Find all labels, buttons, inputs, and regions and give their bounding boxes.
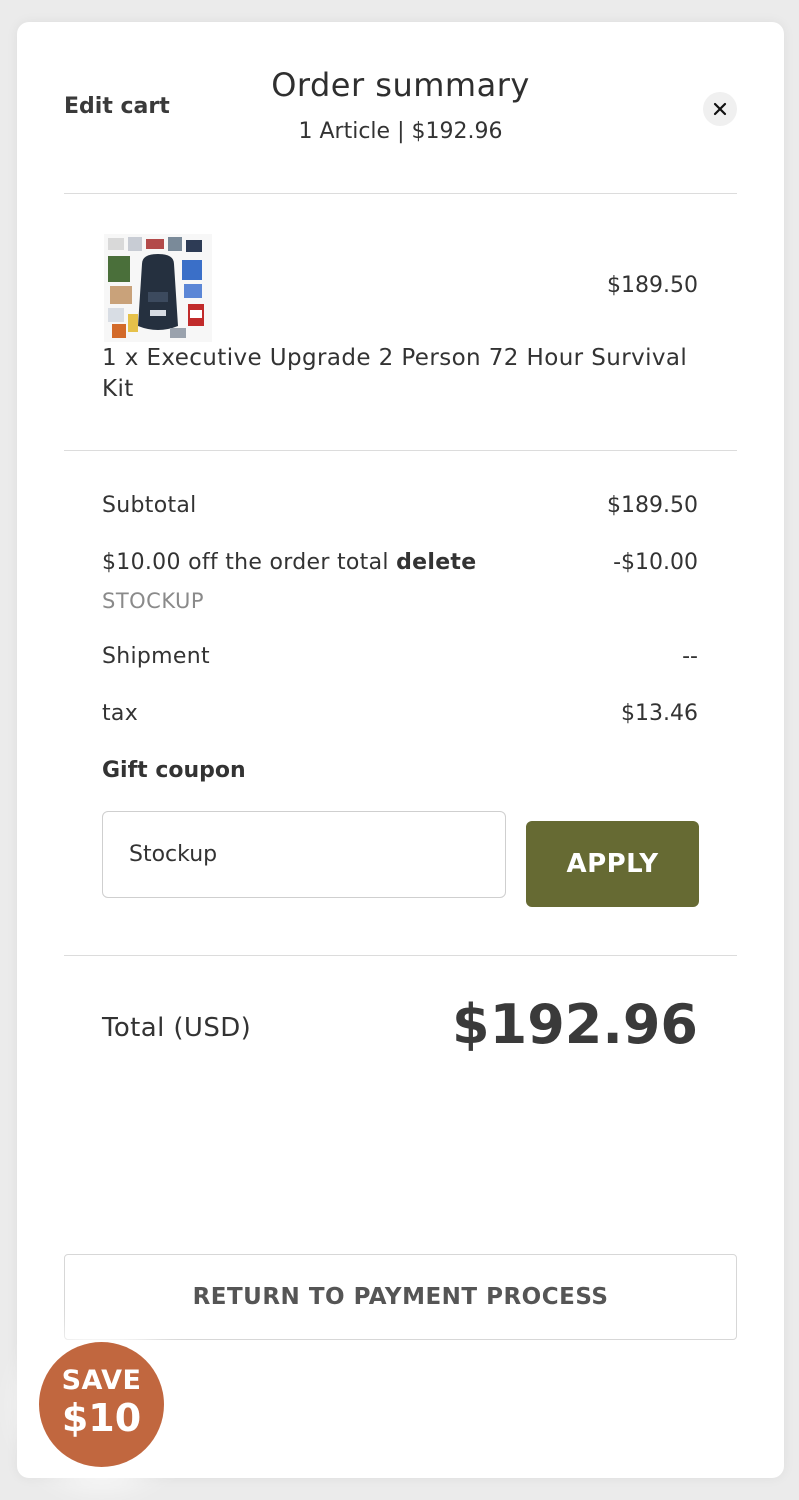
discount-code: STOCKUP xyxy=(102,589,205,613)
shipment-value: -- xyxy=(682,644,698,669)
product-image xyxy=(104,234,212,342)
survival-kit-image-icon xyxy=(104,234,212,342)
page-title: Order summary xyxy=(271,66,530,104)
save-badge-label: SAVE xyxy=(61,1365,142,1396)
divider xyxy=(64,450,737,451)
tax-label: tax xyxy=(102,701,139,726)
coupon-input[interactable] xyxy=(102,811,506,898)
item-price: $189.50 xyxy=(607,273,698,298)
subtotal-value: $189.50 xyxy=(607,493,698,518)
delete-discount-link[interactable]: delete xyxy=(396,550,476,575)
discount-row: $10.00 off the order total delete xyxy=(102,550,476,575)
save-badge[interactable]: SAVE $10 xyxy=(39,1342,164,1467)
discount-label: $10.00 off the order total xyxy=(102,550,389,575)
gift-coupon-label: Gift coupon xyxy=(102,758,246,783)
return-to-payment-button[interactable]: RETURN TO PAYMENT PROCESS xyxy=(64,1254,737,1340)
item-name: 1 x Executive Upgrade 2 Person 72 Hour S… xyxy=(102,345,688,402)
total-value: $192.96 xyxy=(452,993,698,1056)
save-badge-amount: $10 xyxy=(61,1396,142,1440)
tax-value: $13.46 xyxy=(621,701,698,726)
total-label: Total (USD) xyxy=(102,1013,252,1043)
divider xyxy=(64,193,737,194)
order-summary-modal: Edit cart Order summary 1 Article | $192… xyxy=(17,22,784,1478)
divider xyxy=(64,955,737,956)
shipment-label: Shipment xyxy=(102,644,210,669)
apply-button[interactable]: APPLY xyxy=(526,821,699,907)
close-button[interactable] xyxy=(703,92,737,126)
discount-value: -$10.00 xyxy=(613,550,698,575)
close-icon xyxy=(713,102,727,116)
subtotal-label: Subtotal xyxy=(102,493,197,518)
order-count-subtitle: 1 Article | $192.96 xyxy=(298,119,503,144)
